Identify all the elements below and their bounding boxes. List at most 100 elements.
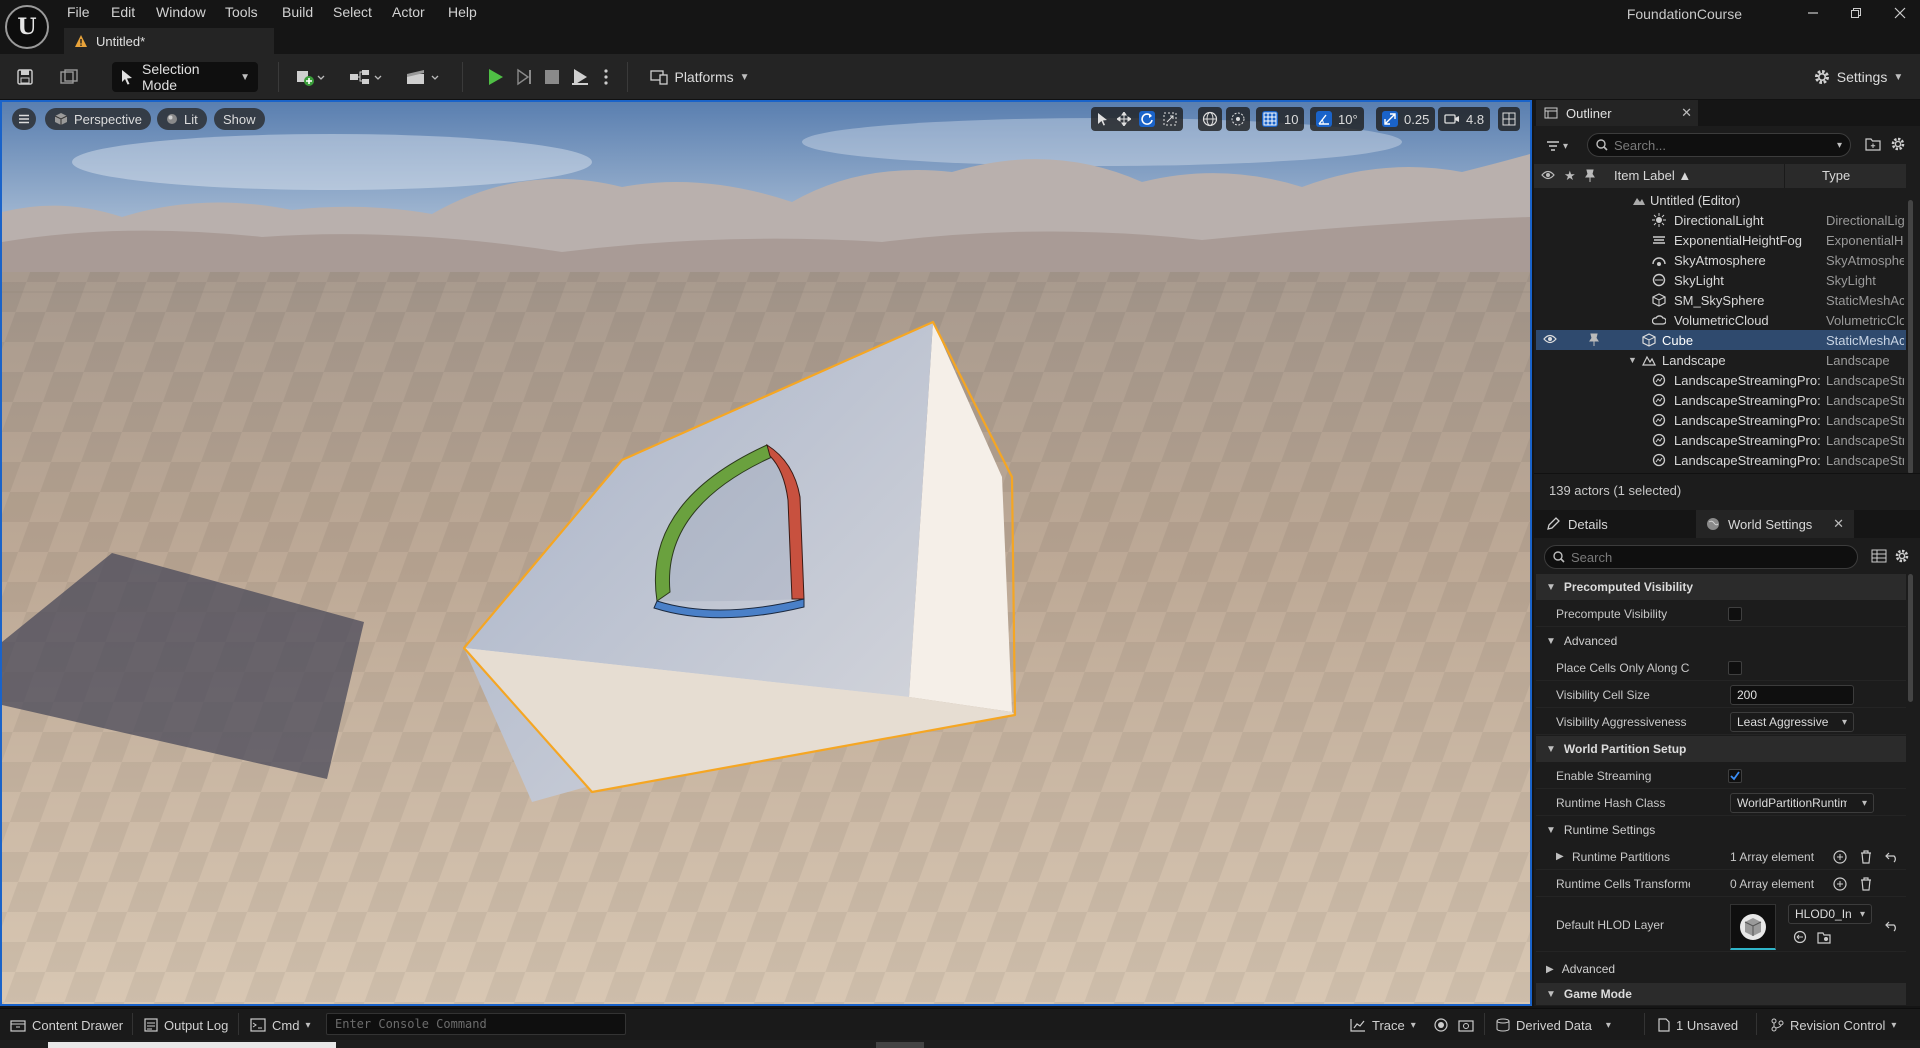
runtime-hash-class-dropdown[interactable]: WorldPartitionRuntime ▾	[1730, 793, 1874, 813]
precompute-visibility-checkbox[interactable]	[1728, 607, 1742, 621]
pin-icon[interactable]	[1589, 333, 1603, 347]
subcategory-advanced[interactable]: ▼ Advanced	[1536, 628, 1906, 654]
outliner-row-landscape-proxy[interactable]: LandscapeStreamingPro: LandscapeStr	[1536, 450, 1906, 470]
revision-control-dropdown[interactable]: Revision Control ▾	[1770, 1015, 1896, 1035]
outliner-filter-button[interactable]: ▾	[1546, 136, 1576, 156]
menu-file[interactable]: File	[67, 4, 90, 20]
outliner-settings-gear-icon[interactable]	[1890, 136, 1908, 154]
unsaved-button[interactable]: 1 Unsaved	[1658, 1015, 1738, 1035]
outliner-search-input[interactable]: Search... ▾	[1587, 133, 1851, 157]
details-search-input[interactable]: Search	[1544, 545, 1858, 569]
type-column-header[interactable]: Type	[1822, 168, 1850, 183]
viewport-menu-button[interactable]	[12, 108, 36, 130]
menu-help[interactable]: Help	[448, 4, 477, 20]
use-selected-asset-icon[interactable]	[1816, 929, 1832, 945]
details-settings-gear-icon[interactable]	[1894, 548, 1912, 566]
menu-window[interactable]: Window	[156, 4, 206, 20]
details-scrollbar[interactable]	[1908, 574, 1913, 702]
cinematics-button[interactable]	[403, 62, 443, 92]
enable-streaming-checkbox[interactable]	[1728, 769, 1742, 783]
add-element-icon[interactable]	[1832, 849, 1848, 865]
browse-to-asset-icon[interactable]	[1792, 929, 1808, 945]
camera-speed-control[interactable]: 4.8	[1438, 107, 1491, 131]
add-folder-icon[interactable]	[1865, 136, 1883, 154]
category-world-partition-setup[interactable]: ▼ World Partition Setup	[1536, 736, 1906, 762]
reset-arrow-icon[interactable]	[1884, 918, 1900, 934]
outliner-row-landscape[interactable]: ▼ Landscape Landscape	[1536, 350, 1906, 370]
platforms-dropdown[interactable]: Platforms ▼	[650, 62, 750, 92]
scale-snap-control[interactable]: 0.25	[1376, 107, 1436, 131]
surface-snapping-toggle[interactable]	[1226, 107, 1250, 131]
category-game-mode[interactable]: ▼ Game Mode	[1536, 983, 1906, 1005]
play-options-kebab-icon[interactable]	[599, 62, 613, 92]
outliner-row-skylight[interactable]: SkyLight SkyLight	[1536, 270, 1906, 290]
lit-button[interactable]: Lit	[157, 108, 207, 130]
scale-tool-icon[interactable]	[1163, 112, 1177, 126]
outliner-row-skyatmosphere[interactable]: SkyAtmosphere SkyAtmosphe	[1536, 250, 1906, 270]
trash-icon[interactable]	[1858, 849, 1874, 865]
blueprint-button[interactable]	[346, 62, 386, 92]
grid-snap-control[interactable]: 10	[1256, 107, 1305, 131]
restore-icon[interactable]	[1840, 2, 1872, 24]
content-browser-icon[interactable]	[56, 62, 82, 92]
outliner-row-sm-skysphere[interactable]: SM_SkySphere StaticMeshAc	[1536, 290, 1906, 310]
select-tool-icon[interactable]	[1097, 112, 1109, 126]
add-actor-button[interactable]	[290, 62, 330, 92]
menu-select[interactable]: Select	[333, 4, 372, 20]
minimize-icon[interactable]	[1797, 2, 1829, 24]
record-icon-button[interactable]	[1434, 1015, 1448, 1035]
outliner-row-world[interactable]: Untitled (Editor)	[1536, 190, 1906, 210]
console-command-input[interactable]: Enter Console Command	[326, 1013, 626, 1035]
visibility-aggressiveness-dropdown[interactable]: Least Aggressive ▾	[1730, 712, 1854, 732]
visibility-eye-icon[interactable]	[1541, 169, 1555, 181]
stop-icon[interactable]	[541, 62, 563, 92]
trace-dropdown[interactable]: Trace ▾	[1350, 1015, 1416, 1035]
cmd-dropdown[interactable]: Cmd ▾	[250, 1015, 310, 1035]
rotate-tool-icon[interactable]	[1139, 111, 1155, 127]
visibility-cell-size-input[interactable]: 200	[1730, 685, 1854, 705]
visibility-eye-icon[interactable]	[1543, 333, 1557, 347]
table-view-icon[interactable]	[1871, 548, 1889, 566]
reset-arrow-icon[interactable]	[1884, 849, 1900, 865]
level-viewport[interactable]	[2, 102, 1530, 1004]
hlod-layer-thumbnail[interactable]	[1730, 904, 1776, 950]
subcategory-runtime-settings[interactable]: ▼ Runtime Settings	[1536, 817, 1906, 843]
world-settings-tab[interactable]: World Settings ✕	[1696, 510, 1854, 538]
document-tab-untitled[interactable]: Untitled*	[64, 28, 274, 54]
content-drawer-button[interactable]: Content Drawer	[10, 1015, 123, 1035]
save-icon[interactable]	[12, 62, 38, 92]
place-cells-checkbox[interactable]	[1728, 661, 1742, 675]
translate-tool-icon[interactable]	[1117, 112, 1131, 126]
outliner-scrollbar[interactable]	[1908, 200, 1913, 474]
selection-mode-dropdown[interactable]: Selection Mode ▼	[112, 61, 258, 93]
advance-frame-icon[interactable]	[513, 62, 535, 92]
category-precomputed-visibility[interactable]: ▼ Precomputed Visibility	[1536, 574, 1906, 600]
outliner-row-exponentialheightfog[interactable]: ExponentialHeightFog ExponentialHe	[1536, 230, 1906, 250]
world-local-toggle[interactable]	[1198, 107, 1222, 131]
show-button[interactable]: Show	[214, 108, 265, 130]
output-log-button[interactable]: Output Log	[144, 1015, 228, 1035]
close-outliner-icon[interactable]: ✕	[1681, 105, 1692, 121]
outliner-row-landscape-proxy[interactable]: LandscapeStreamingPro: LandscapeStr	[1536, 370, 1906, 390]
screenshot-icon-button[interactable]	[1458, 1015, 1474, 1035]
outliner-row-landscape-proxy[interactable]: LandscapeStreamingPro: LandscapeStr	[1536, 430, 1906, 450]
play-icon[interactable]	[484, 62, 506, 92]
menu-build[interactable]: Build	[282, 4, 313, 20]
unreal-logo-icon[interactable]: U	[5, 5, 49, 49]
outliner-row-landscape-proxy[interactable]: LandscapeStreamingPro: LandscapeStr	[1536, 390, 1906, 410]
details-tab[interactable]: Details	[1536, 510, 1696, 538]
item-label-column-header[interactable]: Item Label ▲	[1614, 168, 1691, 183]
expand-arrow-icon[interactable]: ▶	[1556, 851, 1564, 862]
menu-tools[interactable]: Tools	[225, 4, 258, 20]
close-world-settings-icon[interactable]: ✕	[1833, 516, 1844, 532]
menu-actor[interactable]: Actor	[392, 4, 425, 20]
settings-dropdown[interactable]: Settings ▼	[1808, 62, 1908, 92]
derived-data-dropdown[interactable]: Derived Data ▾	[1496, 1015, 1611, 1035]
favorite-star-icon[interactable]: ★	[1564, 168, 1576, 184]
outliner-row-cube[interactable]: Cube StaticMeshAc	[1536, 330, 1906, 350]
outliner-row-directionallight[interactable]: DirectionalLight DirectionalLig	[1536, 210, 1906, 230]
pin-icon[interactable]	[1585, 169, 1595, 182]
expand-arrow-icon[interactable]: ▼	[1628, 355, 1642, 369]
perspective-button[interactable]: Perspective	[45, 108, 151, 130]
hlod-layer-dropdown[interactable]: HLOD0_Ins ▾	[1788, 904, 1872, 924]
